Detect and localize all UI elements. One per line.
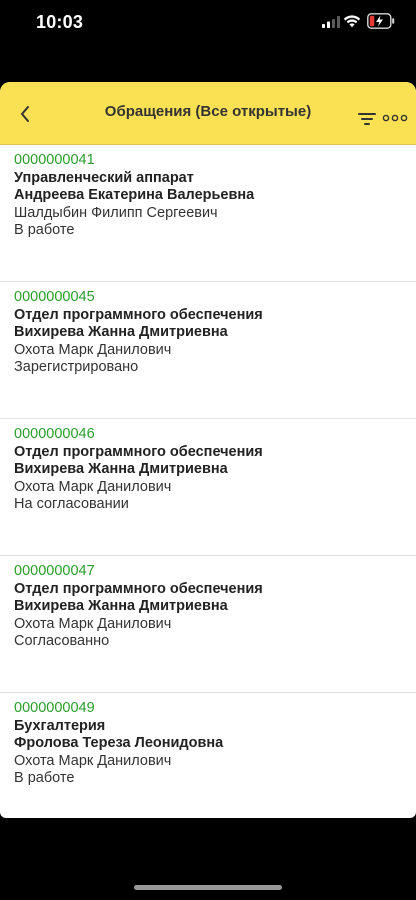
home-indicator[interactable] — [134, 885, 282, 890]
executor-name: Охота Марк Данилович — [14, 752, 172, 769]
status-time: 10:03 — [36, 12, 84, 32]
department-name: Отдел программного обеспечения — [14, 306, 263, 323]
request-status: На согласовании — [14, 496, 129, 513]
request-status: Согласованно — [14, 633, 110, 650]
back-button[interactable] — [10, 99, 40, 129]
department-name: Отдел программного обеспечения — [14, 443, 263, 460]
applicant-name: Вихирева Жанна Дмитриевна — [14, 598, 228, 615]
request-number: 0000000041 — [14, 152, 95, 168]
page-title: Обращения (Все открытые) — [104, 103, 312, 120]
applicant-name: Андреева Екатерина Валерьевна — [14, 187, 255, 204]
wifi-icon — [343, 15, 361, 28]
department-name: Бухгалтерия — [14, 717, 106, 734]
request-number: 0000000047 — [14, 563, 95, 579]
battery-charging-icon — [367, 13, 395, 29]
executor-name: Охота Марк Данилович — [14, 615, 172, 632]
request-number: 0000000049 — [14, 700, 95, 716]
executor-name: Шалдыбин Филипп Сергеевич — [14, 204, 218, 221]
list-item[interactable]: 0000000049 Бухгалтерия Фролова Тереза Ле… — [0, 693, 416, 818]
request-status: В работе — [14, 222, 75, 239]
request-number: 0000000045 — [14, 289, 95, 305]
applicant-name: Вихирева Жанна Дмитриевна — [14, 324, 228, 341]
list-item[interactable]: 0000000045 Отдел программного обеспечени… — [0, 282, 416, 419]
list-card: Обращения (Все открытые) 0000000041 Упра… — [0, 82, 416, 818]
header-bar: Обращения (Все открытые) — [0, 82, 416, 145]
request-list: 0000000041 Управленческий аппарат Андрее… — [0, 145, 416, 818]
applicant-name: Фролова Тереза Леонидовна — [14, 735, 224, 752]
applicant-name: Вихирева Жанна Дмитриевна — [14, 461, 228, 478]
request-status: Зарегистрировано — [14, 359, 139, 376]
department-name: Управленческий аппарат — [14, 169, 194, 186]
list-item[interactable]: 0000000046 Отдел программного обеспечени… — [0, 419, 416, 556]
filter-icon[interactable] — [356, 110, 378, 130]
status-bar: 10:03 — [0, 0, 416, 46]
chevron-left-icon — [21, 106, 29, 122]
executor-name: Охота Марк Данилович — [14, 478, 172, 495]
request-status: В работе — [14, 770, 75, 787]
list-item[interactable]: 0000000041 Управленческий аппарат Андрее… — [0, 145, 416, 282]
department-name: Отдел программного обеспечения — [14, 580, 263, 597]
signal-icon — [322, 16, 340, 28]
list-item[interactable]: 0000000047 Отдел программного обеспечени… — [0, 556, 416, 693]
more-dots-icon[interactable] — [382, 112, 408, 124]
executor-name: Охота Марк Данилович — [14, 341, 172, 358]
request-number: 0000000046 — [14, 426, 95, 442]
